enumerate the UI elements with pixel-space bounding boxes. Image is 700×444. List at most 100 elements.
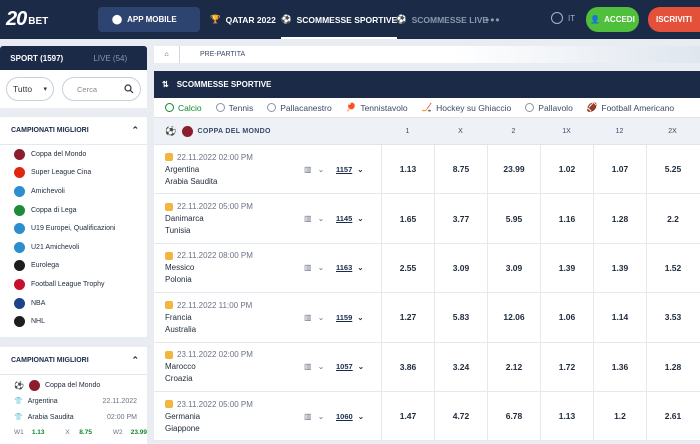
chevron-down-icon[interactable]: ⌄ xyxy=(318,214,325,223)
odd-cell[interactable]: 1.2 xyxy=(593,391,646,441)
markets-count[interactable]: 1163 ⌄ xyxy=(336,263,381,272)
odd-cell[interactable]: 1.28 xyxy=(593,193,646,244)
stats-chart-icon[interactable]: ▥ xyxy=(304,362,312,371)
language-selector[interactable]: IT xyxy=(551,12,575,24)
odd-cell[interactable]: 1.14 xyxy=(593,292,646,343)
odd-cell[interactable]: 2.2 xyxy=(646,193,699,244)
odd-cell[interactable]: 3.09 xyxy=(487,243,540,293)
sort-arrows-icon[interactable]: ⇅ xyxy=(162,80,169,89)
tab-tennis[interactable]: Tennis xyxy=(215,103,253,113)
odd-cell[interactable]: 1.06 xyxy=(540,292,593,343)
league-header[interactable]: ⚽ COPPA DEL MONDO xyxy=(154,125,381,137)
odd-cell[interactable]: 1.16 xyxy=(540,193,593,244)
sidebar-league-item[interactable]: Super League Cina xyxy=(0,164,147,183)
tab-pallavolo[interactable]: Pallavolo xyxy=(525,103,573,113)
sidebar-league-item[interactable]: Coppa di Lega xyxy=(0,201,147,220)
odd-cell[interactable]: 1.36 xyxy=(593,342,646,392)
home-icon[interactable]: ⌂ xyxy=(154,46,180,63)
tab-tennistavolo[interactable]: 🏓 Tennistavolo xyxy=(346,102,408,113)
search-input[interactable]: Cerca xyxy=(62,77,141,101)
markets-count[interactable]: 1157 ⌄ xyxy=(336,165,381,174)
chevron-down-icon[interactable]: ⌄ xyxy=(318,412,325,421)
odd-cell[interactable]: 1.65 xyxy=(381,193,434,244)
top-leagues-header-2[interactable]: CAMPIONATI MIGLIORI ⌃ xyxy=(0,347,147,375)
odd-cell[interactable]: 1.13 xyxy=(540,391,593,441)
tab-calcio[interactable]: Calcio xyxy=(165,103,202,113)
odd-cell[interactable]: 2.12 xyxy=(487,342,540,392)
odd-cell[interactable]: 1.39 xyxy=(593,243,646,293)
odd-cell[interactable]: 1.07 xyxy=(593,144,646,194)
odd-cell[interactable]: 1.28 xyxy=(646,342,699,392)
markets-count[interactable]: 1057 ⌄ xyxy=(336,362,381,371)
stats-chart-icon[interactable]: ▥ xyxy=(304,412,312,421)
odd-cell[interactable]: 23.99 xyxy=(487,144,540,194)
match-teams[interactable]: 23.11.2022 05:00 PM Germania Giappone xyxy=(154,400,304,433)
markets-count[interactable]: 1060 ⌄ xyxy=(336,412,381,421)
odd-cell[interactable]: 1.13 xyxy=(381,144,434,194)
more-menu-icon[interactable]: ••• xyxy=(485,13,501,27)
filter-select[interactable]: Tutto ▾ xyxy=(6,77,54,101)
breadcrumb-prematch[interactable]: PRE-PARTITA xyxy=(200,51,245,58)
odd-cell[interactable]: 3.09 xyxy=(434,243,487,293)
tab-live[interactable]: LIVE (54) xyxy=(74,54,148,63)
tab-hockey[interactable]: 🏒 Hockey su Ghiaccio xyxy=(422,102,512,113)
card2-league-row[interactable]: ⚽ Coppa del Mondo xyxy=(0,377,147,393)
card2-away-row[interactable]: 👕 Arabia Saudita 02:00 PM xyxy=(0,409,147,425)
odd-cell[interactable]: 2.61 xyxy=(646,391,699,441)
match-teams[interactable]: 22.11.2022 05:00 PM Danimarca Tunisia xyxy=(154,202,304,235)
match-teams[interactable]: 23.11.2022 02:00 PM Marocco Croazia xyxy=(154,350,304,383)
nav-sport-bets[interactable]: ⚽ SCOMMESSE SPORTIVE xyxy=(281,0,398,39)
odd-cell[interactable]: 1.72 xyxy=(540,342,593,392)
stats-chart-icon[interactable]: ▥ xyxy=(304,263,312,272)
tab-football-americano[interactable]: 🏈 Football Americano xyxy=(587,102,674,113)
card2-home-row[interactable]: 👕 Argentina 22.11.2022 xyxy=(0,393,147,409)
app-mobile-button[interactable]: ⬤ APP MOBILE xyxy=(98,7,200,32)
stats-chart-icon[interactable]: ▥ xyxy=(304,165,312,174)
odd-cell[interactable]: 1.02 xyxy=(540,144,593,194)
odd-cell[interactable]: 2.55 xyxy=(381,243,434,293)
odd-cell[interactable]: 3.77 xyxy=(434,193,487,244)
card2-odd-w2[interactable]: 23.99 xyxy=(131,429,147,436)
top-leagues-header[interactable]: CAMPIONATI MIGLIORI ⌃ xyxy=(0,117,147,145)
odd-cell[interactable]: 3.53 xyxy=(646,292,699,343)
register-button[interactable]: ISCRIVITI xyxy=(648,7,700,32)
odd-cell[interactable]: 1.47 xyxy=(381,391,434,441)
odd-cell[interactable]: 4.72 xyxy=(434,391,487,441)
chevron-down-icon[interactable]: ⌄ xyxy=(318,362,325,371)
sidebar-league-item[interactable]: U21 Amichevoli xyxy=(0,238,147,257)
tab-sport[interactable]: SPORT (1597) xyxy=(0,54,74,63)
stats-chart-icon[interactable]: ▥ xyxy=(304,313,312,322)
odd-cell[interactable]: 5.25 xyxy=(646,144,699,194)
chevron-down-icon[interactable]: ⌄ xyxy=(318,165,325,174)
sidebar-league-item[interactable]: Amichevoli xyxy=(0,182,147,201)
odd-cell[interactable]: 1.39 xyxy=(540,243,593,293)
odd-cell[interactable]: 3.86 xyxy=(381,342,434,392)
odd-cell[interactable]: 8.75 xyxy=(434,144,487,194)
odd-cell[interactable]: 1.27 xyxy=(381,292,434,343)
chevron-down-icon[interactable]: ⌄ xyxy=(318,263,325,272)
odd-cell[interactable]: 5.95 xyxy=(487,193,540,244)
sidebar-league-item[interactable]: NHL xyxy=(0,312,147,331)
sidebar-league-item[interactable]: Eurolega xyxy=(0,257,147,276)
odd-cell[interactable]: 6.78 xyxy=(487,391,540,441)
card2-odd-x[interactable]: 8.75 xyxy=(79,429,109,436)
odd-cell[interactable]: 12.06 xyxy=(487,292,540,343)
match-teams[interactable]: 22.11.2022 11:00 PM Francia Australia xyxy=(154,301,304,334)
markets-count[interactable]: 1145 ⌄ xyxy=(336,214,381,223)
odd-cell[interactable]: 1.52 xyxy=(646,243,699,293)
sidebar-league-item[interactable]: NBA xyxy=(0,294,147,313)
logo[interactable]: 20 BET xyxy=(6,8,48,30)
sidebar-league-item[interactable]: Football League Trophy xyxy=(0,275,147,294)
stats-chart-icon[interactable]: ▥ xyxy=(304,214,312,223)
nav-live-bets[interactable]: ⚽ SCOMMESSE LIVE xyxy=(396,0,488,39)
tab-pallacanestro[interactable]: Pallacanestro xyxy=(267,103,332,113)
match-teams[interactable]: 22.11.2022 08:00 PM Messico Polonia xyxy=(154,251,304,284)
card2-odd-w1[interactable]: 1.13 xyxy=(32,429,62,436)
login-button[interactable]: 👤 ACCEDI xyxy=(586,7,639,32)
odd-cell[interactable]: 5.83 xyxy=(434,292,487,343)
markets-count[interactable]: 1159 ⌄ xyxy=(336,313,381,322)
sidebar-league-item[interactable]: U19 Europei, Qualificazioni xyxy=(0,219,147,238)
nav-qatar[interactable]: 🏆 QATAR 2022 xyxy=(210,0,276,39)
chevron-down-icon[interactable]: ⌄ xyxy=(318,313,325,322)
sidebar-league-item[interactable]: Coppa del Mondo xyxy=(0,145,147,164)
